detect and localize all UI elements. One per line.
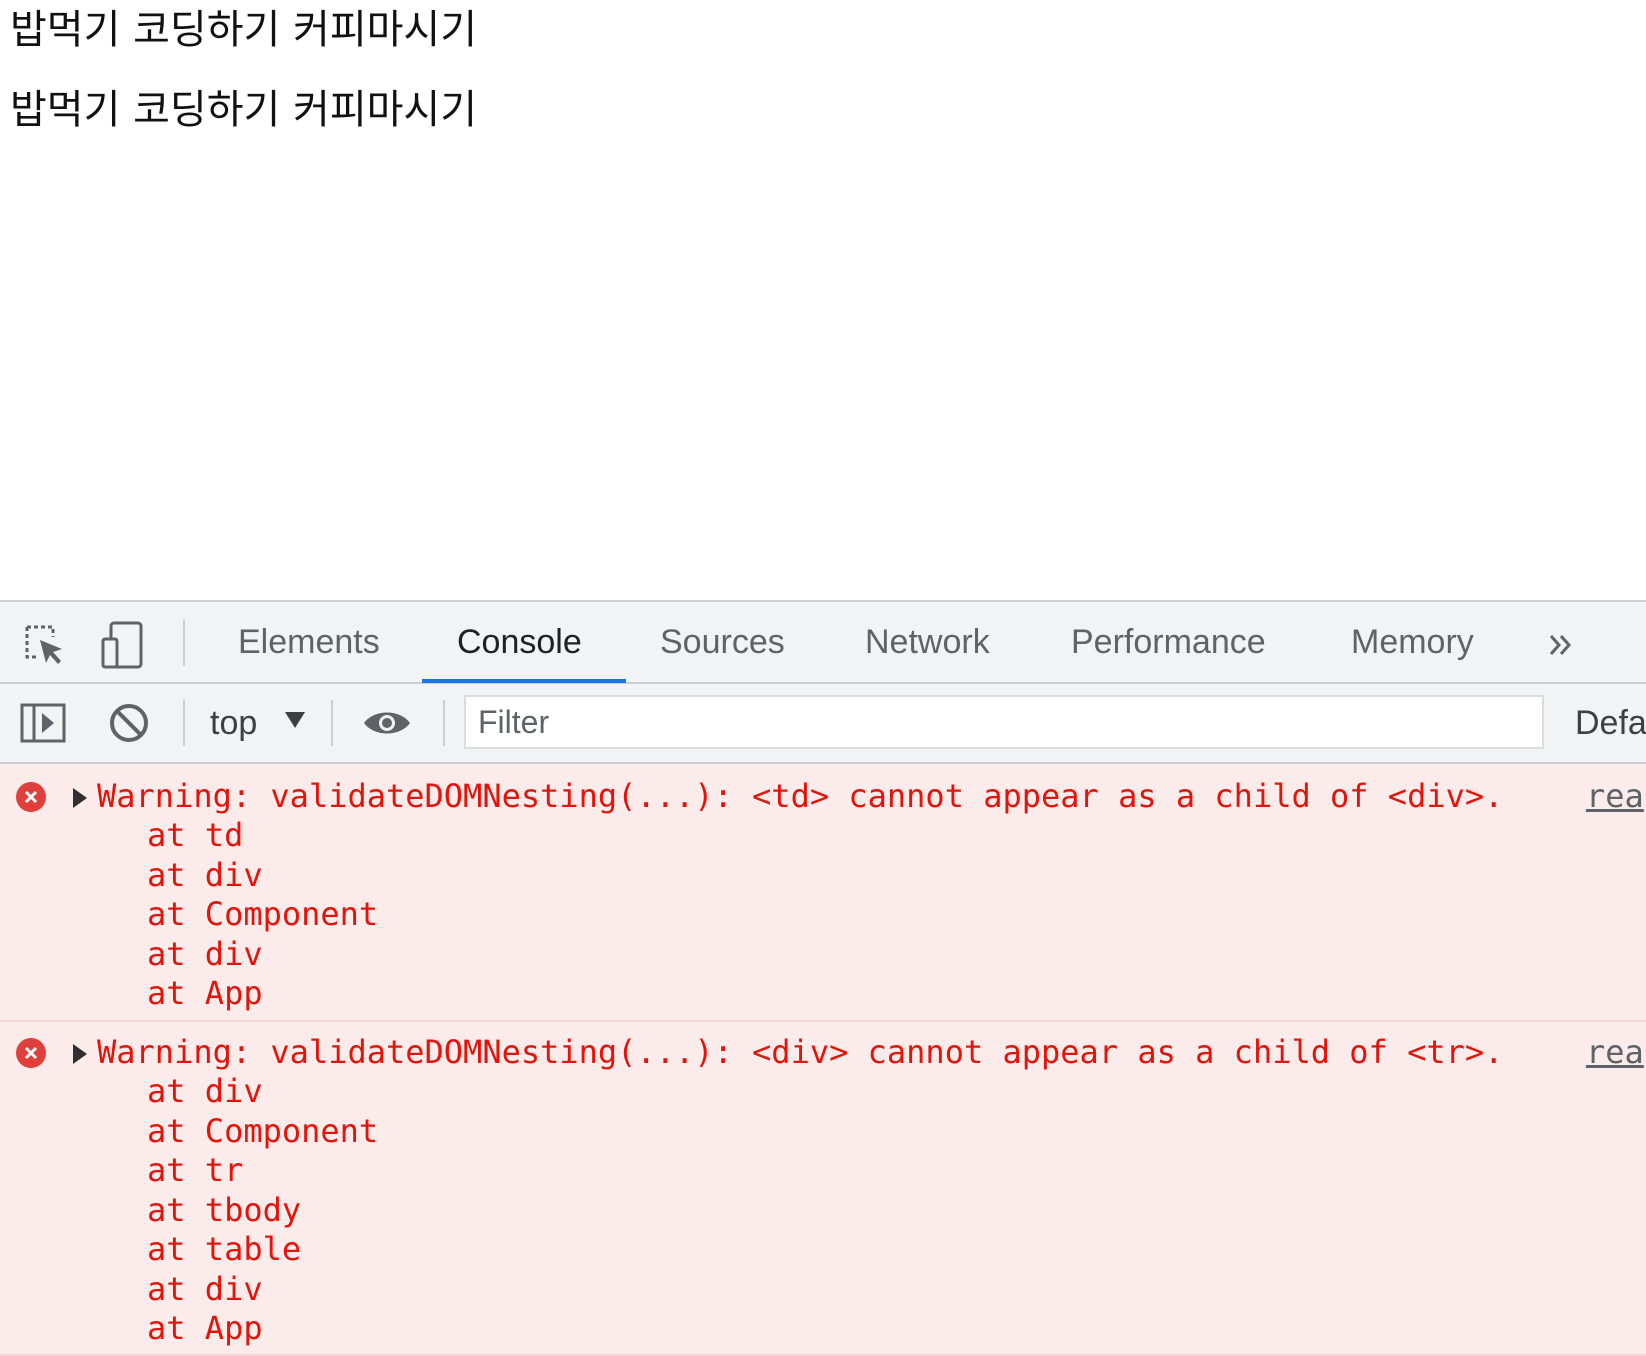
tab-elements[interactable]: Elements bbox=[238, 602, 380, 682]
stack-frame: at div bbox=[147, 855, 263, 894]
chevron-down-icon[interactable] bbox=[285, 712, 305, 728]
error-icon bbox=[16, 782, 46, 812]
stack-frame: at div bbox=[147, 1269, 263, 1308]
error-message-text: Warning: validateDOMNesting(...): <td> c… bbox=[97, 777, 1504, 815]
error-icon bbox=[16, 1038, 46, 1068]
toolbar-divider bbox=[443, 700, 445, 746]
console-filter-input[interactable] bbox=[464, 695, 1544, 749]
stack-frame: at App bbox=[147, 974, 263, 1012]
chevron-double-right-icon[interactable] bbox=[1536, 620, 1586, 670]
stack-frame: at Component bbox=[147, 1111, 379, 1150]
console-toolbar: top Defa bbox=[0, 684, 1646, 764]
console-error-message[interactable]: Warning: validateDOMNesting(...): <div> … bbox=[0, 1022, 1646, 1356]
context-selector[interactable]: top bbox=[210, 684, 257, 762]
stack-frame: at tr bbox=[147, 1151, 244, 1189]
tab-memory[interactable]: Memory bbox=[1351, 602, 1474, 682]
inspect-element-icon[interactable] bbox=[20, 620, 70, 670]
console-error-message[interactable]: Warning: validateDOMNesting(...): <td> c… bbox=[0, 764, 1646, 1022]
page-text-line: 밥먹기 코딩하기 커피마시기 bbox=[10, 87, 478, 133]
stack-frame: at table bbox=[147, 1230, 302, 1268]
source-link[interactable]: rea bbox=[1586, 1032, 1644, 1072]
device-toolbar-icon[interactable] bbox=[98, 620, 148, 670]
tab-sources[interactable]: Sources bbox=[660, 602, 785, 682]
tab-console[interactable]: Console bbox=[457, 602, 582, 682]
clear-console-icon[interactable] bbox=[104, 698, 154, 748]
stack-frame: at td bbox=[147, 816, 244, 854]
stack-frame: at div bbox=[147, 934, 263, 973]
stack-frame: at App bbox=[147, 1309, 263, 1347]
expand-triangle-icon[interactable] bbox=[73, 788, 87, 808]
toolbar-divider bbox=[183, 700, 185, 746]
active-tab-indicator bbox=[422, 679, 626, 683]
toolbar-divider bbox=[183, 620, 185, 666]
console-messages: Warning: validateDOMNesting(...): <td> c… bbox=[0, 764, 1646, 1356]
expand-triangle-icon[interactable] bbox=[73, 1044, 87, 1064]
page-content: 밥먹기 코딩하기 커피마시기 밥먹기 코딩하기 커피마시기 bbox=[0, 0, 1646, 600]
tab-performance[interactable]: Performance bbox=[1071, 602, 1266, 682]
tab-network[interactable]: Network bbox=[865, 602, 990, 682]
stack-frame: at Component bbox=[147, 895, 379, 933]
devtools-panel: Elements Console Sources Network Perform… bbox=[0, 600, 1646, 1356]
devtools-tab-bar: Elements Console Sources Network Perform… bbox=[0, 602, 1646, 684]
live-expression-eye-icon[interactable] bbox=[362, 698, 412, 748]
stack-frame: at div bbox=[147, 1072, 263, 1110]
page-text-line: 밥먹기 코딩하기 커피마시기 bbox=[10, 7, 478, 53]
log-levels-dropdown[interactable]: Defa bbox=[1575, 684, 1646, 762]
toolbar-divider bbox=[331, 700, 333, 746]
source-link[interactable]: rea bbox=[1586, 776, 1644, 816]
error-message-text: Warning: validateDOMNesting(...): <div> … bbox=[97, 1033, 1504, 1071]
console-sidebar-icon[interactable] bbox=[18, 698, 68, 748]
stack-frame: at tbody bbox=[147, 1190, 302, 1229]
